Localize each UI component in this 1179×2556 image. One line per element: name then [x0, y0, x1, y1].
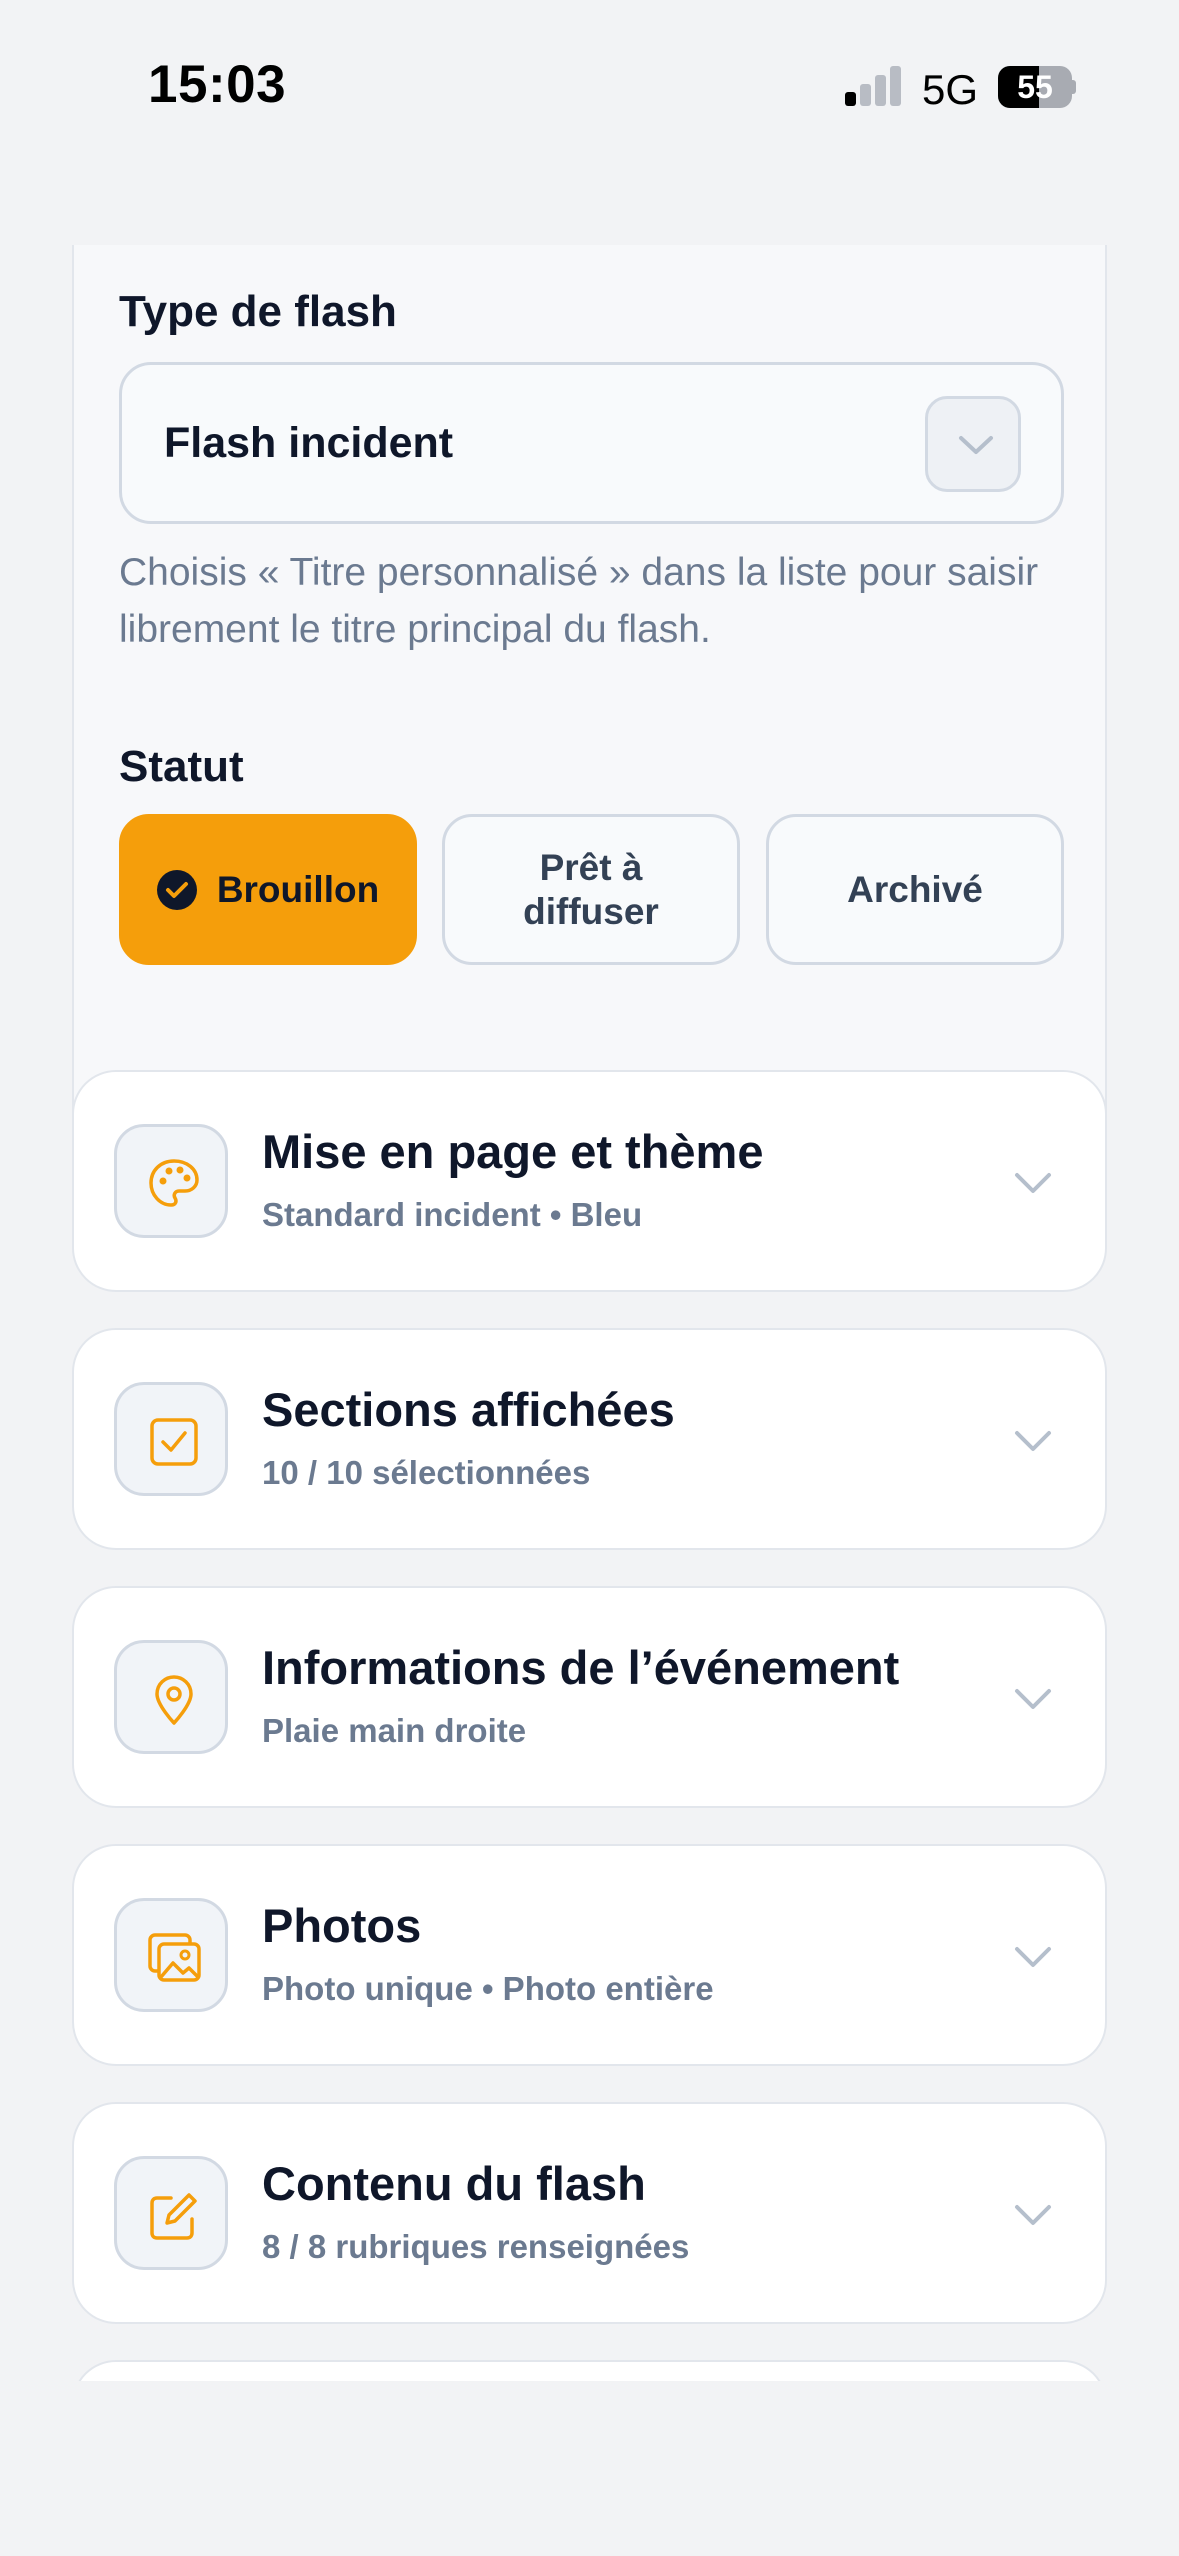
- status-time: 15:03: [148, 55, 287, 114]
- status-bar: 15:03 5G 55: [0, 0, 1179, 175]
- status-option-label: Brouillon: [216, 868, 380, 910]
- accordion-photos[interactable]: Photos Photo unique • Photo entière: [72, 1844, 1107, 2066]
- flash-type-value: Flash incident: [164, 419, 454, 467]
- checkbox-icon: [114, 1382, 228, 1496]
- status-segmented-control: Brouillon Prêt à diffuser Archivé: [119, 814, 1064, 965]
- status-option-brouillon[interactable]: Brouillon: [119, 814, 417, 965]
- accordion-subtitle: Plaie main droite: [262, 1712, 527, 1749]
- chevron-down-icon[interactable]: [925, 396, 1021, 492]
- chevron-down-icon: [1015, 1431, 1051, 1451]
- scroll-content[interactable]: Type de flash Flash incident Choisis « T…: [0, 245, 1179, 2381]
- map-pin-icon: [114, 1640, 228, 1754]
- flash-type-helper: Choisis « Titre personnalisé » dans la l…: [119, 551, 1039, 651]
- accordion-subtitle: 10 / 10 sélectionnées: [262, 1454, 591, 1491]
- accordion-subtitle: Standard incident • Bleu: [262, 1196, 643, 1233]
- accordion-subtitle: Photo unique • Photo entière: [262, 1970, 714, 2007]
- chevron-down-icon: [1015, 1173, 1051, 1193]
- chevron-down-icon: [1015, 2205, 1051, 2225]
- edit-icon: [114, 2156, 228, 2270]
- accordion-title: Informations de l’événement: [262, 1641, 900, 1694]
- palette-icon: [114, 1124, 228, 1238]
- accordion-next-partial[interactable]: [72, 2360, 1107, 2381]
- battery-icon: 55: [998, 66, 1076, 108]
- accordion-title: Contenu du flash: [262, 2157, 646, 2210]
- status-option-archive[interactable]: Archivé: [766, 814, 1064, 965]
- network-label: 5G: [922, 66, 979, 113]
- flash-type-select[interactable]: Flash incident: [119, 362, 1064, 524]
- status-label: Statut: [119, 742, 244, 791]
- accordion-title: Mise en page et thème: [262, 1125, 764, 1178]
- battery-percent: 55: [1017, 69, 1053, 105]
- status-option-pret-a-diffuser[interactable]: Prêt à diffuser: [442, 814, 740, 965]
- flash-type-label: Type de flash: [119, 287, 397, 336]
- accordion-layout-theme[interactable]: Mise en page et thème Standard incident …: [72, 1070, 1107, 1292]
- accordion-displayed-sections[interactable]: Sections affichées 10 / 10 sélectionnées: [72, 1328, 1107, 1550]
- check-circle-icon: [156, 869, 197, 910]
- cellular-signal-icon: [845, 66, 903, 106]
- accordion-title: Sections affichées: [262, 1383, 675, 1436]
- accordion-title: Photos: [262, 1899, 422, 1952]
- accordion-event-information[interactable]: Informations de l’événement Plaie main d…: [72, 1586, 1107, 1808]
- photos-icon: [114, 1898, 228, 2012]
- status-option-label: Archivé: [847, 868, 983, 910]
- chevron-down-icon: [1015, 1947, 1051, 1967]
- status-option-label: Prêt à diffuser: [523, 846, 659, 932]
- accordion-subtitle: 8 / 8 rubriques renseignées: [262, 2228, 690, 2265]
- accordion-flash-content[interactable]: Contenu du flash 8 / 8 rubriques renseig…: [72, 2102, 1107, 2324]
- chevron-down-icon: [1015, 1689, 1051, 1709]
